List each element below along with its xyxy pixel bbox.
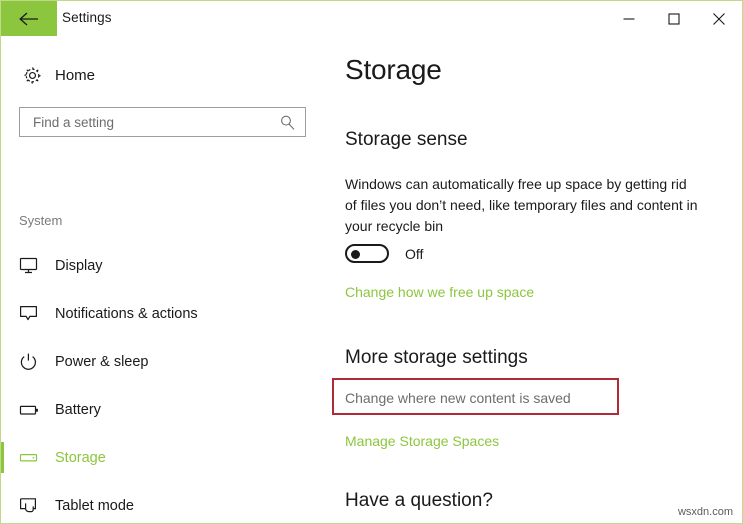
sidebar-item-label: Display <box>55 258 103 274</box>
storage-sense-toggle-row: Off <box>345 244 423 263</box>
change-free-up-space-link[interactable]: Change how we free up space <box>345 284 534 300</box>
page-title: Storage <box>345 54 442 85</box>
sidebar-item-label: Tablet mode <box>55 498 134 514</box>
back-button[interactable] <box>1 1 57 36</box>
sidebar: Home System Display <box>1 37 328 523</box>
toggle-knob <box>351 250 360 259</box>
sidebar-item-label: Notifications & actions <box>55 306 198 322</box>
sidebar-item-power-sleep[interactable]: Power & sleep <box>1 338 328 386</box>
gear-icon <box>15 66 49 85</box>
sidebar-item-label: Battery <box>55 402 101 418</box>
sidebar-item-label: Storage <box>55 450 106 466</box>
sidebar-item-battery[interactable]: Battery <box>1 386 328 434</box>
title-bar: Settings <box>1 1 742 37</box>
search-icon[interactable] <box>279 114 296 136</box>
have-a-question-heading: Have a question? <box>345 490 493 511</box>
sidebar-nav-list: Display Notifications & actions Power & … <box>1 242 328 523</box>
window-title: Settings <box>62 10 112 25</box>
sidebar-group-label: System <box>19 213 63 228</box>
power-icon <box>19 352 53 372</box>
main-content: Storage Storage sense Windows can automa… <box>328 37 742 523</box>
settings-window: Settings Home Find a setting System Disp… <box>0 0 743 524</box>
storage-sense-description: Windows can automatically free up space … <box>345 176 698 234</box>
search-input[interactable] <box>31 113 275 131</box>
active-accent-bar <box>1 442 4 473</box>
manage-storage-spaces-link[interactable]: Manage Storage Spaces <box>345 433 499 449</box>
sidebar-item-storage[interactable]: Storage <box>1 434 328 482</box>
storage-sense-heading: Storage sense <box>345 129 468 150</box>
watermark: wsxdn.com <box>677 506 733 518</box>
sidebar-item-home[interactable]: Home <box>15 57 311 93</box>
sidebar-home-label: Home <box>55 66 96 84</box>
battery-icon <box>19 403 53 417</box>
monitor-icon <box>19 257 53 275</box>
active-accent-bar <box>1 250 4 281</box>
sidebar-item-label: Power & sleep <box>55 354 149 370</box>
active-accent-bar <box>1 298 4 329</box>
minimize-button[interactable] <box>606 1 651 36</box>
active-accent-bar <box>1 346 4 377</box>
sidebar-item-notifications-actions[interactable]: Notifications & actions <box>1 290 328 338</box>
close-button[interactable] <box>696 1 741 36</box>
storage-sense-toggle[interactable] <box>345 244 389 263</box>
toggle-state-label: Off <box>405 245 424 262</box>
search-box[interactable] <box>19 107 306 137</box>
active-accent-bar <box>1 394 4 425</box>
change-where-new-content-saved-link[interactable]: Change where new content is saved <box>345 390 571 406</box>
more-storage-settings-heading: More storage settings <box>345 347 528 368</box>
maximize-button[interactable] <box>651 1 696 36</box>
drive-icon <box>19 452 53 464</box>
sidebar-item-tablet-mode[interactable]: Tablet mode <box>1 482 328 523</box>
sidebar-item-display[interactable]: Display <box>1 242 328 290</box>
speech-bubble-icon <box>19 305 53 323</box>
active-accent-bar <box>1 490 4 521</box>
tablet-touch-icon <box>19 497 53 516</box>
